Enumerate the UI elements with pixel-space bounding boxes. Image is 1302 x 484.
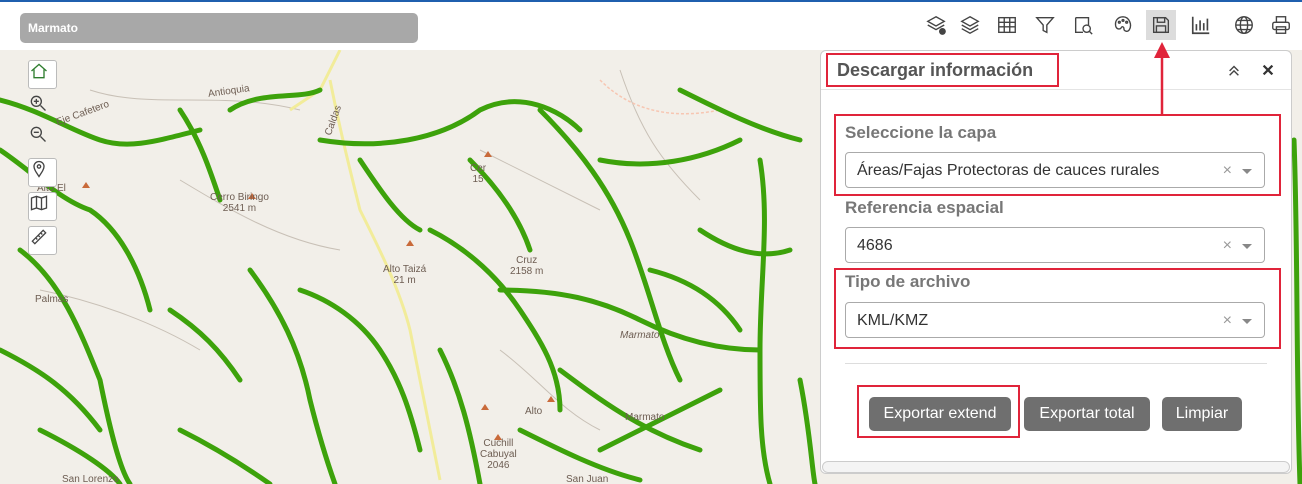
style-icon[interactable] (1108, 10, 1138, 40)
zoom-out-icon[interactable] (28, 124, 57, 153)
map-icon[interactable] (28, 192, 57, 221)
home-icon[interactable] (28, 60, 57, 89)
globe-icon[interactable] (1229, 10, 1259, 40)
filter-icon[interactable] (1030, 10, 1060, 40)
map-label: San Lorenzo (62, 474, 119, 484)
top-toolbar: Marmato (0, 2, 1302, 50)
divider (845, 363, 1267, 364)
location-pin-icon[interactable] (28, 158, 57, 187)
map-label: Marmato (620, 330, 660, 341)
map-label: Cruz 2158 m (510, 255, 544, 277)
print-icon[interactable] (1266, 10, 1296, 40)
zoom-area-icon[interactable] (1068, 10, 1098, 40)
srs-value: 4686 (857, 237, 893, 254)
highlight-box (826, 53, 1059, 87)
horizontal-scrollbar[interactable] (822, 461, 1290, 473)
measure-icon[interactable] (28, 226, 57, 255)
map-label: Cer 15 (470, 163, 487, 185)
clear-button[interactable]: Limpiar (1162, 397, 1242, 431)
map-label: Cuchill Cabuyal 2046 (480, 438, 517, 471)
search-input[interactable]: Marmato (20, 13, 418, 43)
export-total-button[interactable]: Exportar total (1024, 397, 1150, 431)
close-icon[interactable] (1259, 61, 1277, 79)
layers-info-icon[interactable] (921, 10, 951, 40)
map-label: Alto Taizá 21 m (383, 264, 427, 286)
map-label: Palmas (35, 294, 69, 305)
map-label: Alto (525, 406, 543, 417)
srs-label: Referencia espacial (845, 198, 1004, 217)
chevron-down-icon[interactable] (1242, 244, 1252, 249)
map-label: Cerro Biringo 2541 m (210, 192, 269, 214)
zoom-in-icon[interactable] (28, 93, 57, 122)
srs-select[interactable]: 4686 × (845, 227, 1265, 263)
map-label: Marmato (625, 412, 665, 423)
highlight-box (834, 268, 1281, 349)
layers-icon[interactable] (955, 10, 985, 40)
highlight-box (857, 385, 1020, 438)
chart-icon[interactable] (1186, 10, 1216, 40)
annotation-arrow (1154, 42, 1170, 116)
save-icon[interactable] (1146, 10, 1176, 40)
map-label: San Juan (566, 474, 609, 484)
table-icon[interactable] (992, 10, 1022, 40)
highlight-box (834, 114, 1281, 196)
collapse-icon[interactable] (1225, 61, 1243, 79)
clear-icon[interactable]: × (1223, 228, 1232, 264)
